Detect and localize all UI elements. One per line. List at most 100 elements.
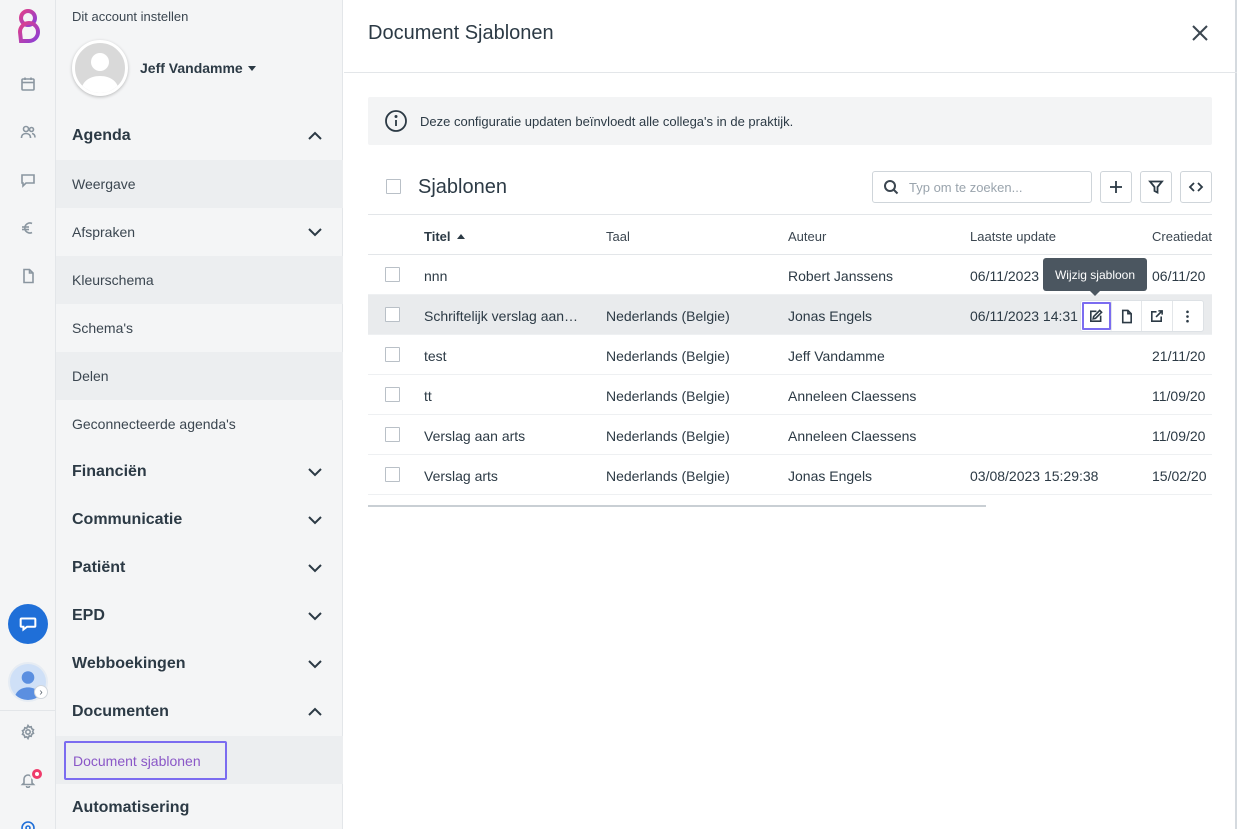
info-icon	[384, 109, 408, 133]
cell-created: 11/09/20	[1152, 388, 1206, 404]
cell-taal: Nederlands (Belgie)	[606, 308, 730, 324]
cell-created: 06/11/20	[1152, 268, 1206, 284]
row-checkbox[interactable]	[385, 267, 400, 282]
chevron-down-icon	[307, 656, 323, 672]
section-label: Webboekingen	[72, 655, 186, 672]
sidebar-item-schemas[interactable]: Schema's	[56, 304, 343, 352]
more-options-button[interactable]	[1173, 301, 1203, 331]
sidebar-item-afspraken[interactable]: Afspraken	[56, 208, 343, 256]
search-input[interactable]	[909, 179, 1069, 195]
cell-title: Verslag arts	[424, 468, 498, 484]
cell-auteur: Robert Janssens	[788, 268, 894, 284]
open-external-button[interactable]	[1142, 301, 1173, 331]
column-header-auteur[interactable]: Auteur	[788, 229, 826, 244]
cell-title: tt	[424, 388, 432, 404]
caret-down-icon[interactable]	[248, 66, 256, 71]
preview-document-button[interactable]	[1112, 301, 1142, 331]
app-logo[interactable]	[10, 6, 46, 48]
cell-created: 21/11/20	[1152, 348, 1206, 364]
row-checkbox[interactable]	[385, 427, 400, 442]
chevron-up-icon	[307, 128, 323, 144]
chevron-down-icon	[307, 464, 323, 480]
sidebar-item-geconnecteerde-agendas[interactable]: Geconnecteerde agenda's	[56, 400, 343, 448]
profile-name[interactable]: Jeff Vandamme	[140, 60, 243, 76]
plus-icon	[1110, 181, 1122, 193]
cell-taal: Nederlands (Belgie)	[606, 348, 730, 364]
row-checkbox[interactable]	[385, 347, 400, 362]
table-row[interactable]: Verslag aan arts Nederlands (Belgie) Ann…	[368, 415, 1212, 455]
sidebar-item-label: Afspraken	[72, 224, 136, 240]
add-template-button[interactable]	[1100, 171, 1132, 203]
cell-title: Schriftelijk verslag aan…	[424, 308, 579, 324]
section-label: Financiën	[72, 463, 147, 480]
cell-update: 03/08/2023 15:29:38	[970, 468, 1099, 484]
app-root: › Dit account instellen Jeff Vandamme Ag…	[0, 0, 1239, 829]
document-icon[interactable]	[16, 264, 40, 288]
section-label: Patiënt	[72, 559, 126, 576]
chevron-down-icon	[307, 560, 323, 576]
gear-icon[interactable]	[16, 720, 40, 744]
euro-icon[interactable]	[16, 216, 40, 240]
cell-auteur: Jeff Vandamme	[788, 348, 885, 364]
cell-taal: Nederlands (Belgie)	[606, 468, 730, 484]
section-communicatie[interactable]: Communicatie	[56, 496, 343, 544]
chevron-down-icon	[307, 512, 323, 528]
table-header: Titel Taal Auteur Laatste update Creatie…	[368, 215, 1212, 255]
notification-badge	[30, 767, 44, 781]
calendar-icon[interactable]	[16, 72, 40, 96]
section-agenda[interactable]: Agenda	[56, 112, 343, 160]
section-automatisering[interactable]: Automatisering	[56, 784, 343, 829]
panel-header: Document Sjablonen	[344, 0, 1237, 73]
column-header-creatiedatum[interactable]: Creatiedat	[1152, 229, 1212, 244]
cell-auteur: Jonas Engels	[788, 468, 873, 484]
column-header-titel[interactable]: Titel	[424, 229, 465, 244]
file-icon	[1121, 309, 1132, 323]
section-label: Agenda	[72, 127, 131, 144]
more-vertical-icon	[1186, 310, 1190, 322]
sidebar-item-weergave[interactable]: Weergave	[56, 160, 343, 208]
code-icon	[1188, 182, 1204, 192]
chat-icon[interactable]	[16, 168, 40, 192]
external-link-icon	[1151, 309, 1164, 322]
section-label: Documenten	[72, 703, 169, 720]
column-header-taal[interactable]: Taal	[606, 229, 630, 244]
edit-template-button[interactable]	[1081, 301, 1112, 331]
section-financien[interactable]: Financiën	[56, 448, 343, 496]
info-banner: Deze configuratie updaten beïnvloedt all…	[368, 97, 1212, 145]
sidebar-item-kleurschema[interactable]: Kleurschema	[56, 256, 343, 304]
sidebar-item-document-sjablonen[interactable]: Document sjablonen	[64, 741, 227, 780]
rail-divider	[0, 710, 56, 711]
edit-icon	[1090, 308, 1103, 322]
table-row[interactable]: test Nederlands (Belgie) Jeff Vandamme 2…	[368, 335, 1212, 375]
section-webboekingen[interactable]: Webboekingen	[56, 640, 343, 688]
filter-button[interactable]	[1140, 171, 1172, 203]
support-chat-button[interactable]	[8, 604, 48, 644]
filter-icon	[1148, 180, 1164, 194]
help-icon[interactable]	[16, 816, 40, 829]
row-checkbox[interactable]	[385, 307, 400, 322]
column-header-laatste-update[interactable]: Laatste update	[970, 229, 1056, 244]
account-settings-label: Dit account instellen	[72, 9, 189, 24]
cell-title: test	[424, 348, 447, 364]
select-all-checkbox[interactable]	[386, 179, 401, 194]
horizontal-scrollbar[interactable]	[368, 505, 986, 507]
code-button[interactable]	[1180, 171, 1212, 203]
section-documenten[interactable]: Documenten	[56, 688, 343, 736]
row-checkbox[interactable]	[385, 467, 400, 482]
search-icon	[884, 180, 899, 195]
cell-created: 15/02/20	[1152, 468, 1207, 484]
page-title: Document Sjablonen	[368, 22, 554, 44]
section-label: Automatisering	[72, 799, 190, 816]
section-epd[interactable]: EPD	[56, 592, 343, 640]
close-icon[interactable]	[1189, 22, 1211, 44]
section-patient[interactable]: Patiënt	[56, 544, 343, 592]
row-checkbox[interactable]	[385, 387, 400, 402]
sidebar-item-delen[interactable]: Delen	[56, 352, 343, 400]
table-row[interactable]: tt Nederlands (Belgie) Anneleen Claessen…	[368, 375, 1212, 415]
chevron-right-icon[interactable]: ›	[34, 685, 48, 699]
chevron-down-icon	[307, 224, 323, 243]
section-label: Communicatie	[72, 511, 183, 528]
cell-update: 06/11/2023	[970, 268, 1040, 284]
users-icon[interactable]	[16, 120, 40, 144]
table-row[interactable]: Verslag arts Nederlands (Belgie) Jonas E…	[368, 455, 1212, 495]
